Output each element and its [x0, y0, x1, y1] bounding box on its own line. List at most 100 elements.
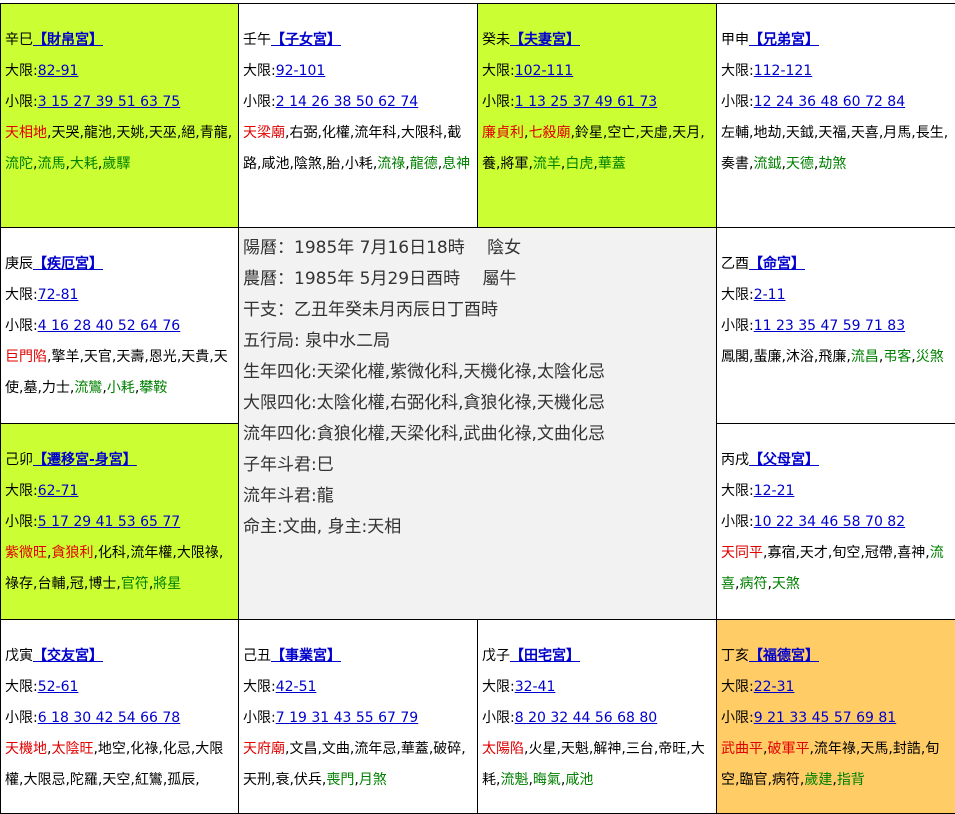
- palace-header: 己卯【遷移宮-身宮】: [5, 445, 234, 476]
- star-label: 天貴: [181, 349, 210, 365]
- small-limit-years-link[interactable]: 12 24 36 48 60 72 84: [754, 94, 905, 110]
- stem-branch: 庚辰: [5, 256, 33, 272]
- palace-name-link[interactable]: 【夫妻宮】: [510, 32, 580, 48]
- big-limit-label: 大限: [243, 679, 271, 695]
- small-limit-row: 小限:6 18 30 42 54 66 78: [5, 710, 181, 726]
- big-limit-range-link[interactable]: 2-11: [754, 287, 786, 303]
- small-limit-years-link[interactable]: 7 19 31 43 55 67 79: [276, 710, 419, 726]
- star-label: 沐浴: [785, 349, 814, 365]
- small-limit-years-link[interactable]: 8 20 32 44 56 68 80: [515, 710, 658, 726]
- star-label: 廉貞利: [482, 125, 524, 141]
- palace-name-link[interactable]: 【遷移宮-身宮】: [33, 452, 137, 468]
- star-label: 病符: [771, 772, 800, 788]
- big-limit-range-link[interactable]: 52-61: [38, 679, 79, 695]
- palace-name-link[interactable]: 【事業宮】: [271, 648, 341, 664]
- big-limit-range-link[interactable]: 32-41: [515, 679, 556, 695]
- star-label: 息神: [442, 156, 471, 172]
- info-line: 生年四化:天梁化權,紫微化科,天機化祿,太陰化忌: [243, 362, 605, 382]
- star-list: 太陽陷,火星,天魁,解神,三台,帝旺,大耗,流魁,晦氣,咸池: [482, 734, 712, 796]
- star-label: 天月: [672, 125, 701, 141]
- star-label: 晦氣: [532, 772, 561, 788]
- small-limit-years-link[interactable]: 6 18 30 42 54 66 78: [38, 710, 181, 726]
- palace-header: 丙戌【父母宮】: [721, 445, 951, 476]
- palace-cell: 庚辰【疾厄宮】 大限:72-81 小限:4 16 28 40 52 64 76 巨門陷…: [1, 228, 239, 424]
- star-label: 擎羊: [51, 349, 80, 365]
- star-label: 天煞: [771, 576, 800, 592]
- star-label: 天虛: [639, 125, 668, 141]
- star-label: ,: [461, 741, 466, 757]
- small-limit-years-link[interactable]: 1 13 25 37 49 61 73: [515, 94, 658, 110]
- big-limit-range-link[interactable]: 92-101: [276, 63, 326, 79]
- palace-cell: 癸未【夫妻宮】 大限:102-111 小限:1 13 25 37 49 61 73 廉…: [478, 4, 717, 228]
- star-label: 冠帶: [864, 545, 893, 561]
- big-limit-range-link[interactable]: 42-51: [276, 679, 317, 695]
- big-limit-range-link[interactable]: 12-21: [754, 483, 795, 499]
- small-limit-years-link[interactable]: 2 14 26 38 50 62 74: [276, 94, 419, 110]
- star-label: 大限科: [400, 125, 443, 141]
- info-line: 命主:文曲, 身主:天相: [243, 517, 402, 537]
- star-label: 博士: [88, 576, 117, 592]
- star-list: 廉貞利,七殺廟,鈴星,空亡,天虛,天月,養,將軍,流羊,白虎,華蓋: [482, 118, 712, 180]
- star-label: 文曲: [321, 741, 350, 757]
- star-label: 火星: [528, 741, 557, 757]
- small-limit-years-link[interactable]: 10 22 34 46 58 70 82: [754, 514, 905, 530]
- star-label: 空亡: [607, 125, 636, 141]
- big-limit-label: 大限: [5, 483, 33, 499]
- big-limit-label: 大限: [243, 63, 271, 79]
- big-limit-row: 大限:32-41: [482, 679, 556, 695]
- big-limit-label: 大限: [482, 679, 510, 695]
- star-label: 流鉞: [753, 156, 782, 172]
- star-label: 天福: [818, 125, 847, 141]
- star-label: 攀鞍: [139, 380, 168, 396]
- stem-branch: 辛巳: [5, 32, 33, 48]
- palace-name-link[interactable]: 【命宮】: [749, 256, 805, 272]
- star-list: 天梁廟,右弼,化權,流年科,大限科,截路,咸池,陰煞,胎,小耗,流祿,龍德,息神: [243, 118, 473, 180]
- star-label: 災煞: [915, 349, 944, 365]
- big-limit-range-link[interactable]: 72-81: [38, 287, 79, 303]
- big-limit-range-link[interactable]: 22-31: [754, 679, 795, 695]
- big-limit-range-link[interactable]: 102-111: [515, 63, 574, 79]
- palace-name-link[interactable]: 【財帛宮】: [33, 32, 103, 48]
- palace-name-link[interactable]: 【福德宮】: [749, 648, 819, 664]
- palace-cell: 壬午【子女宮】 大限:92-101 小限:2 14 26 38 50 62 74 天梁…: [239, 4, 478, 228]
- star-label: 化忌: [162, 741, 191, 757]
- info-line: 五行局: 泉中水二局: [243, 331, 391, 351]
- palace-name-link[interactable]: 【子女宮】: [271, 32, 341, 48]
- big-limit-range-link[interactable]: 112-121: [754, 63, 813, 79]
- palace-name-link[interactable]: 【父母宮】: [749, 452, 819, 468]
- star-label: 月馬: [883, 125, 912, 141]
- star-label: 胎: [326, 156, 341, 172]
- palace-cell: 丁亥【福德宮】 大限:22-31 小限:9 21 33 45 57 69 81 武曲平…: [717, 620, 955, 814]
- small-limit-years-link[interactable]: 9 21 33 45 57 69 81: [754, 710, 897, 726]
- stem-branch: 戊子: [482, 648, 510, 664]
- star-label: 天空: [102, 772, 131, 788]
- small-limit-row: 小限:9 21 33 45 57 69 81: [721, 710, 897, 726]
- big-limit-label: 大限: [721, 483, 749, 499]
- palace-name-link[interactable]: 【交友宮】: [33, 648, 103, 664]
- small-limit-row: 小限:1 13 25 37 49 61 73: [482, 94, 658, 110]
- star-label: 陰煞: [293, 156, 322, 172]
- star-list: 鳳閣,蜚廉,沐浴,飛廉,流昌,弔客,災煞: [721, 342, 951, 373]
- small-limit-row: 小限:12 24 36 48 60 72 84: [721, 94, 906, 110]
- star-label: 喜神: [897, 545, 926, 561]
- stem-branch: 甲申: [721, 32, 749, 48]
- small-limit-years-link[interactable]: 11 23 35 47 59 71 83: [754, 318, 905, 334]
- small-limit-years-link[interactable]: 3 15 27 39 51 63 75: [38, 94, 181, 110]
- star-label: 龍德: [409, 156, 438, 172]
- star-label: 力士: [41, 380, 70, 396]
- palace-name-link[interactable]: 【田宅宮】: [510, 648, 580, 664]
- palace-header: 丁亥【福德宮】: [721, 641, 951, 672]
- big-limit-range-link[interactable]: 82-91: [38, 63, 79, 79]
- palace-cell: 乙酉【命宮】 大限:2-11 小限:11 23 35 47 59 71 83 鳳閣,蜚…: [717, 228, 955, 424]
- stem-branch: 丁亥: [721, 648, 749, 664]
- small-limit-years-link[interactable]: 5 17 29 41 53 65 77: [38, 514, 181, 530]
- big-limit-range-link[interactable]: 62-71: [38, 483, 79, 499]
- star-label: 天姚: [116, 125, 145, 141]
- star-label: 將軍: [500, 156, 529, 172]
- star-label: 天壽: [116, 349, 145, 365]
- star-label: 歲驛: [102, 156, 131, 172]
- palace-name-link[interactable]: 【兄弟宮】: [749, 32, 819, 48]
- palace-name-link[interactable]: 【疾厄宮】: [33, 256, 103, 272]
- stem-branch: 癸未: [482, 32, 510, 48]
- small-limit-years-link[interactable]: 4 16 28 40 52 64 76: [38, 318, 181, 334]
